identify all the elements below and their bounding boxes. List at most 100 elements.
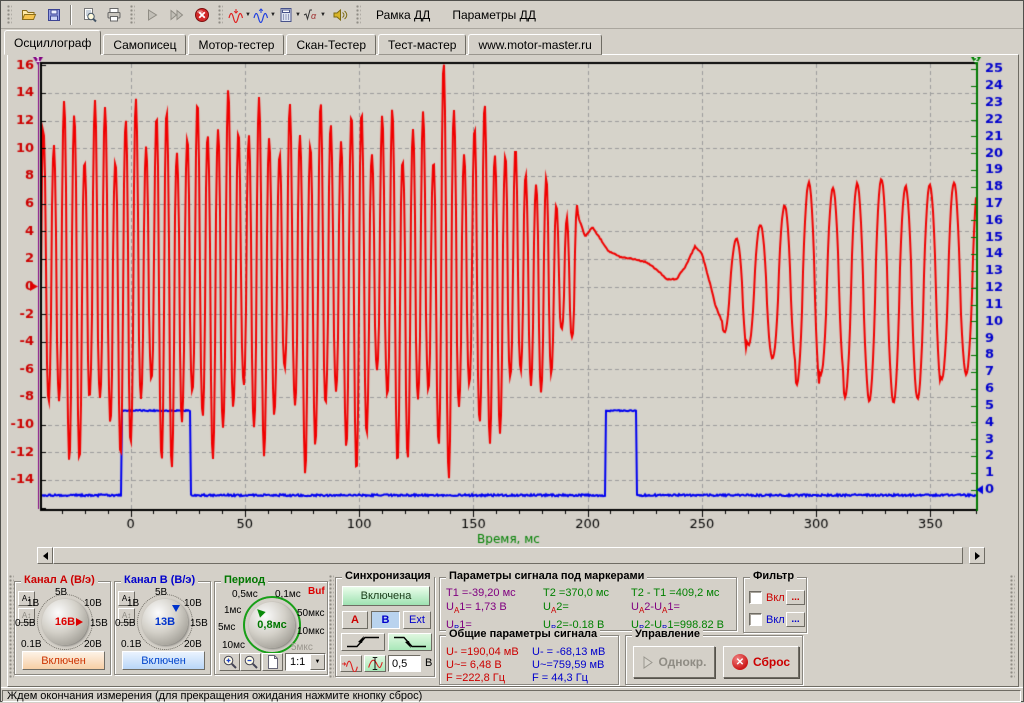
common-param-value: U- =190,04 мВ xyxy=(446,646,519,659)
open-button[interactable] xyxy=(16,3,41,27)
single-shot-button[interactable]: Однокр. xyxy=(633,646,715,678)
reset-button[interactable]: ✕ Сброс xyxy=(723,646,799,678)
marker-params-title: Параметры сигнала под маркерами xyxy=(446,570,647,583)
chevron-down-icon: ▼ xyxy=(320,12,326,18)
filter-checkbox[interactable] xyxy=(749,613,762,626)
sync-group: Синхронизация Включена A B Ext В xyxy=(335,577,435,677)
knob-scale-label: 15В xyxy=(90,618,108,629)
play-outline-icon xyxy=(642,656,654,669)
tab-website[interactable]: www.motor-master.ru xyxy=(468,34,601,55)
channel-a-menu-button[interactable]: ▼ xyxy=(227,3,252,27)
save-icon xyxy=(46,7,62,23)
filter-checkbox[interactable] xyxy=(749,591,762,604)
rising-edge-icon xyxy=(345,634,381,650)
sync-title: Синхронизация xyxy=(342,570,434,583)
marker-params-group: Параметры сигнала под маркерами T1 =-39,… xyxy=(439,577,737,631)
channel-b-power-button[interactable]: Включен xyxy=(122,651,205,670)
knob-scale-label: 10мкс xyxy=(297,626,325,637)
sync-source-ext-button[interactable]: Ext xyxy=(403,611,431,629)
zoom-in-button[interactable] xyxy=(219,653,240,671)
horizontal-scrollbar xyxy=(37,547,985,564)
stop-button[interactable] xyxy=(189,3,214,27)
scrollbar-thumb[interactable] xyxy=(53,547,963,564)
channel-a-power-button[interactable]: Включен xyxy=(22,651,105,670)
dd-params-button[interactable]: Параметры ДД xyxy=(441,4,547,26)
new-page-button[interactable] xyxy=(262,653,283,671)
period-group: Период Buf 0,8мс 0,5мс0,1мс1мс50мкс5мс10… xyxy=(214,581,328,675)
knob-scale-label: 0.5В xyxy=(15,618,36,629)
free-run-trigger-button[interactable] xyxy=(340,655,362,672)
knob-pointer-icon xyxy=(76,618,83,626)
channel-b-menu-button[interactable]: ▼ xyxy=(252,3,277,27)
marker-param-value: T2 =370,0 мс xyxy=(543,586,631,600)
print-preview-button[interactable] xyxy=(76,3,101,27)
toolbar-grip xyxy=(7,5,12,25)
calculator-menu-button[interactable]: ▼ xyxy=(277,3,302,27)
sync-source-b-button[interactable]: B xyxy=(371,611,400,629)
toolbar-grip xyxy=(356,5,361,25)
zoom-out-icon xyxy=(243,654,259,670)
rising-edge-button[interactable] xyxy=(341,633,385,651)
knob-pointer-icon xyxy=(172,605,180,612)
single-shot-label: Однокр. xyxy=(659,655,707,669)
marker-param-value: T1 =-39,20 мс xyxy=(446,586,543,600)
print-button[interactable] xyxy=(101,3,126,27)
common-params-group: Общие параметры сигнала U- =190,04 мВU~=… xyxy=(439,635,619,685)
oscilloscope-app: { "toolbar": { "items": [ {"type":"grip"… xyxy=(0,0,1024,702)
chevron-down-icon: ▼ xyxy=(270,12,276,18)
period-knob[interactable]: 0,8мс xyxy=(249,602,295,648)
reset-label: Сброс xyxy=(753,655,790,669)
tab-recorder[interactable]: Самописец xyxy=(103,34,186,55)
zoom-out-button[interactable] xyxy=(240,653,261,671)
start-button[interactable] xyxy=(139,3,164,27)
sound-button[interactable] xyxy=(327,3,352,27)
toolbar-grip xyxy=(218,5,223,25)
common-param-value: F =222,8 Гц xyxy=(446,672,519,685)
sync-level-input[interactable] xyxy=(388,655,421,672)
knob-scale-label: 0,1мс xyxy=(275,589,301,600)
print-icon xyxy=(106,7,122,23)
falling-edge-icon xyxy=(392,634,428,650)
filter-group: Фильтр Вкл...Вкл... xyxy=(743,577,807,633)
panel-grip xyxy=(1010,575,1015,679)
sync-state-button[interactable]: Включена xyxy=(342,586,430,606)
common-param-value: U~=759,59 мВ xyxy=(532,659,605,672)
marker-param-value: UA2-UA1= xyxy=(631,600,724,618)
math-menu-button[interactable]: α▼ xyxy=(302,3,327,27)
oscilloscope-plot[interactable] xyxy=(9,57,1013,545)
knob-scale-label: 20В xyxy=(184,639,202,650)
channel-b-knob[interactable]: 13В xyxy=(142,599,188,645)
status-text: Ждем окончания измерения (для прекращени… xyxy=(2,690,1021,702)
wave-b-icon xyxy=(253,7,269,23)
sync-source-a-button[interactable]: A xyxy=(342,611,368,629)
dd-frame-button[interactable]: Рамка ДД xyxy=(365,4,441,26)
page-icon xyxy=(265,654,281,670)
zoom-ratio-dropdown[interactable]: 1:1 ▼ xyxy=(285,653,326,671)
tab-oscillograph[interactable]: Осциллограф xyxy=(4,30,101,55)
marker-param-value: T2 - T1 =409,2 мс xyxy=(631,586,724,600)
filter-more-button[interactable]: ... xyxy=(786,612,805,627)
tab-motor-tester[interactable]: Мотор-тестер xyxy=(188,34,284,55)
control-group: Управление Однокр. ✕ Сброс xyxy=(625,635,803,685)
marker-param-value: UA2= xyxy=(543,600,631,618)
scroll-left-button[interactable] xyxy=(37,547,53,564)
knob-scale-label: 50мкс xyxy=(297,608,325,619)
zoom-in-icon xyxy=(222,654,238,670)
channel-a-knob[interactable]: 16В xyxy=(42,599,88,645)
scroll-right-button[interactable] xyxy=(969,547,985,564)
filter-more-button[interactable]: ... xyxy=(786,590,805,605)
tab-test-master[interactable]: Тест-мастер xyxy=(378,34,466,55)
knob-scale-label: 0.1В xyxy=(21,639,42,650)
knob-scale-label: 0.1В xyxy=(121,639,142,650)
wave-a-icon xyxy=(228,7,244,23)
chevron-down-icon: ▼ xyxy=(245,12,251,18)
filter-label: Вкл xyxy=(766,592,784,604)
knob-scale-label: 20В xyxy=(84,639,102,650)
falling-edge-button[interactable] xyxy=(388,633,432,651)
common-params-channel-b: U- = -68,13 мВU~=759,59 мВF = 44,3 Гц xyxy=(532,646,605,685)
save-button[interactable] xyxy=(41,3,66,27)
control-panel: Канал A (В/э) A↕ A↕ 16В 5В10В15В20В1В0.5… xyxy=(9,567,1017,687)
level-trigger-button[interactable] xyxy=(364,655,386,672)
fast-start-button[interactable] xyxy=(164,3,189,27)
tab-scan-tester[interactable]: Скан-Тестер xyxy=(286,34,376,55)
